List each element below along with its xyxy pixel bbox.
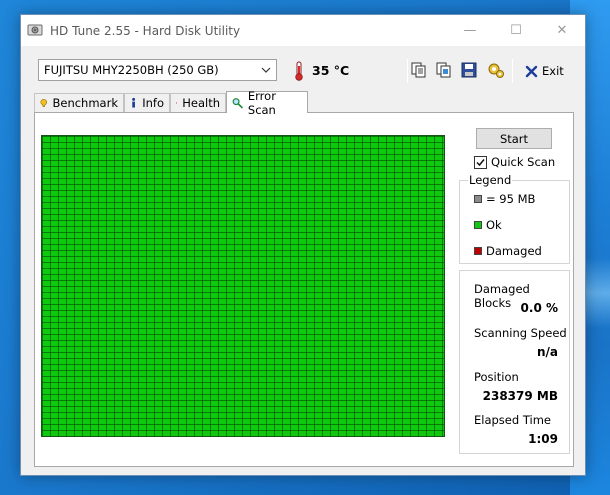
save-icon [461,62,477,78]
close-x-icon [525,65,538,77]
checkmark-icon [476,158,485,166]
tab-info[interactable]: Info [124,93,170,112]
save-button[interactable] [459,60,479,80]
benchmark-icon [40,98,48,108]
elapsed-time-label: Elapsed Time [474,413,551,427]
chevron-down-icon [261,67,271,73]
window-title: HD Tune 2.55 - Hard Disk Utility [50,24,241,38]
legend-group: Legend = 95 MB Ok Damaged [459,173,570,264]
position-label: Position [474,370,519,384]
quick-scan-checkbox[interactable] [474,155,487,169]
tab-bar: Benchmark Info Health Error Scan [34,89,574,117]
copy-screenshot-button[interactable] [434,60,454,80]
ok-swatch [474,221,482,229]
title-bar[interactable]: HD Tune 2.55 - Hard Disk Utility — ☐ ✕ [21,15,585,46]
exit-button[interactable]: Exit [525,62,564,80]
start-button[interactable]: Start [476,128,552,149]
tab-label: Error Scan [247,88,276,117]
toolbar: FUJITSU MHY2250BH (250 GB) 35 °C Exit [21,46,585,90]
damaged-blocks-value: 0.0 % [520,301,558,315]
stats-group: Damaged Blocks 0.0 % Scanning Speed n/a … [459,270,570,454]
toolbar-separator [407,59,408,83]
temperature-readout: 35 °C [312,63,350,78]
block-swatch [474,195,482,203]
legend-item-damaged: Damaged [474,244,542,258]
damaged-swatch [474,247,482,255]
scan-block-grid [41,135,445,437]
exit-label: Exit [542,64,564,78]
tab-benchmark[interactable]: Benchmark [34,93,124,112]
tab-label: Benchmark [52,96,118,110]
thermometer-icon [295,61,303,81]
tab-error-scan[interactable]: Error Scan [226,89,308,117]
legend-ok-label: Ok [486,218,502,232]
options-button[interactable] [486,60,506,80]
tab-label: Health [182,96,220,110]
legend-item-ok: Ok [474,218,502,232]
app-window: HD Tune 2.55 - Hard Disk Utility — ☐ ✕ F… [20,14,586,476]
quick-scan-option[interactable]: Quick Scan [474,155,555,169]
copy-text-icon [411,62,426,78]
drive-select-value: FUJITSU MHY2250BH (250 GB) [44,63,219,77]
error-scan-panel: Start Quick Scan Legend = 95 MB Ok Damag… [34,112,574,467]
copy-screenshot-icon [436,62,451,78]
scanning-speed-label: Scanning Speed [474,326,567,340]
maximize-button[interactable]: ☐ [493,15,539,46]
close-button[interactable]: ✕ [539,15,585,46]
minimize-button[interactable]: — [447,15,493,46]
legend-title: Legend [468,173,513,187]
tab-label: Info [142,96,164,110]
tab-health[interactable]: Health [170,93,226,112]
info-icon [132,97,136,108]
copy-text-button[interactable] [409,60,429,80]
health-icon [176,102,178,104]
legend-block-size: = 95 MB [486,192,536,206]
legend-damaged-label: Damaged [486,244,542,258]
drive-select[interactable]: FUJITSU MHY2250BH (250 GB) [38,59,277,81]
hdtune-app-icon [27,24,43,36]
magnifier-icon [232,97,243,108]
position-value: 238379 MB [482,389,558,403]
legend-item-block-size: = 95 MB [474,192,535,206]
quick-scan-label: Quick Scan [491,155,556,169]
options-icon [488,63,504,78]
toolbar-separator [512,59,513,83]
elapsed-time-value: 1:09 [528,432,558,446]
scanning-speed-value: n/a [536,345,558,359]
